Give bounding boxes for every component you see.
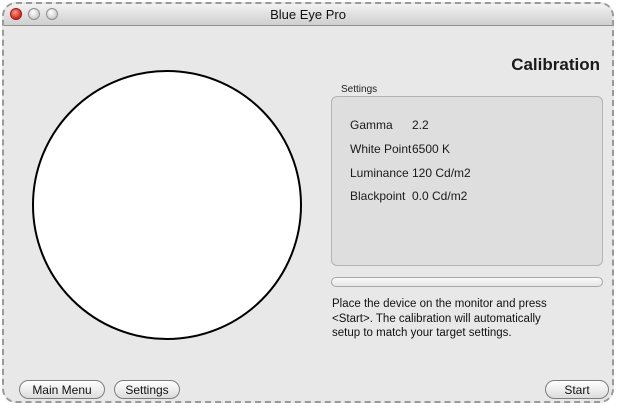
instructions-line: Place the device on the monitor and pres… [332,298,547,310]
setting-value: 6500 K [412,142,451,156]
setting-value: 120 Cd/m2 [412,166,471,180]
setting-label: White Point [350,142,412,156]
setting-value: 0.0 Cd/m2 [412,189,468,203]
instructions-line: <Start>. The calibration will automatica… [332,312,541,325]
setting-row-blackpoint: Blackpoint 0.0 Cd/m2 [350,189,467,203]
setting-label: Blackpoint [350,189,406,203]
setting-row-gamma: Gamma 2.2 [350,118,429,132]
instructions-text: Place the device on the monitor and pres… [332,297,612,341]
setting-label: Gamma [350,118,393,132]
start-button[interactable]: Start [545,380,609,399]
instructions-line: setup to match your target settings. [332,327,512,339]
settings-button[interactable]: Settings [114,380,180,399]
title-bar[interactable]: Blue Eye Pro [4,4,612,26]
setting-label: Luminance [350,166,409,180]
app-window: Blue Eye Pro Calibration Settings Gamma 2… [2,2,614,403]
page-title: Calibration [511,55,600,74]
calibration-progress-bar [331,277,603,287]
setting-row-luminance: Luminance 120 Cd/m2 [350,166,471,180]
settings-group-box: Gamma 2.2 White Point6500 K Luminance 120 … [331,96,603,266]
window-title: Blue Eye Pro [270,7,346,22]
setting-value: 2.2 [412,118,429,132]
calibration-target-circle [32,70,302,340]
setting-row-white-point: White Point6500 K [350,142,450,156]
main-menu-button[interactable]: Main Menu [19,380,105,399]
settings-group-label: Settings [341,84,378,95]
